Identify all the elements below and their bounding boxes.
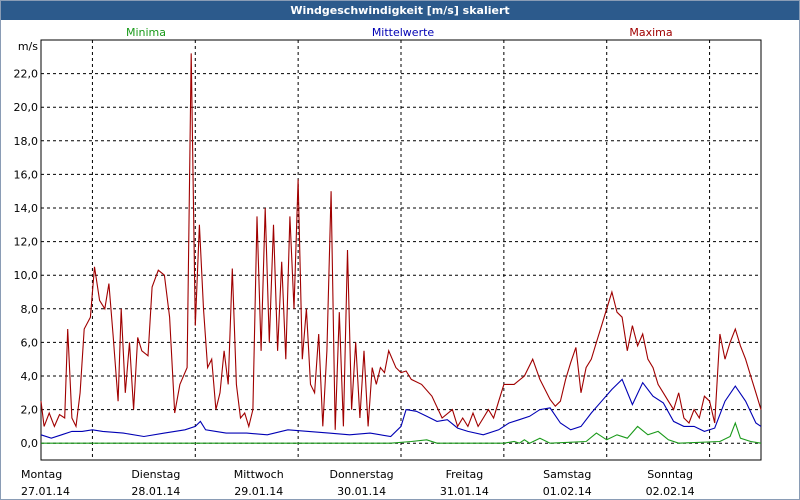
- x-date-label: 28.01.14: [131, 485, 180, 498]
- x-day-label: Freitag: [446, 468, 484, 481]
- y-tick-label: 0,0: [21, 437, 39, 450]
- wind-speed-chart: 0,0 2,0 4,0 6,0 8,0 10,0 12,0 14,0 16,0 18,0 20,0 2…: [14, 26, 762, 498]
- chart-title: Windgeschwindigkeit [m/s] skaliert: [1, 1, 799, 20]
- legend-minima: Minima: [126, 26, 166, 39]
- chart-window: Windgeschwindigkeit [m/s] skaliert 0,0 2,…: [0, 0, 800, 500]
- y-tick-label: 18,0: [14, 135, 39, 148]
- x-date-label: 02.02.14: [646, 485, 695, 498]
- y-tick-label: 20,0: [14, 101, 39, 114]
- y-tick-label: 12,0: [14, 236, 39, 249]
- x-day-label: Donnerstag: [329, 468, 393, 481]
- x-date-label: 01.02.14: [543, 485, 592, 498]
- y-tick-label: 16,0: [14, 168, 39, 181]
- x-day-label: Montag: [21, 468, 62, 481]
- x-date-label: 31.01.14: [440, 485, 489, 498]
- y-tick-label: 14,0: [14, 202, 39, 215]
- x-day-label: Sonntag: [647, 468, 693, 481]
- y-tick-label: 2,0: [21, 404, 39, 417]
- y-tick-label: 8,0: [21, 303, 39, 316]
- legend-mittelwerte: Mittelwerte: [372, 26, 435, 39]
- x-date-label: 27.01.14: [21, 485, 70, 498]
- y-tick-label: 4,0: [21, 370, 39, 383]
- y-tick-label: 10,0: [14, 269, 39, 282]
- legend-maxima: Maxima: [629, 26, 672, 39]
- x-date-label: 29.01.14: [234, 485, 283, 498]
- y-tick-label: 22,0: [14, 68, 39, 81]
- x-day-label: Dienstag: [131, 468, 180, 481]
- y-tick-label: 6,0: [21, 336, 39, 349]
- x-date-label: 30.01.14: [337, 485, 386, 498]
- x-day-label: Mittwoch: [234, 468, 284, 481]
- y-axis-unit: m/s: [18, 40, 38, 53]
- x-day-label: Samstag: [543, 468, 591, 481]
